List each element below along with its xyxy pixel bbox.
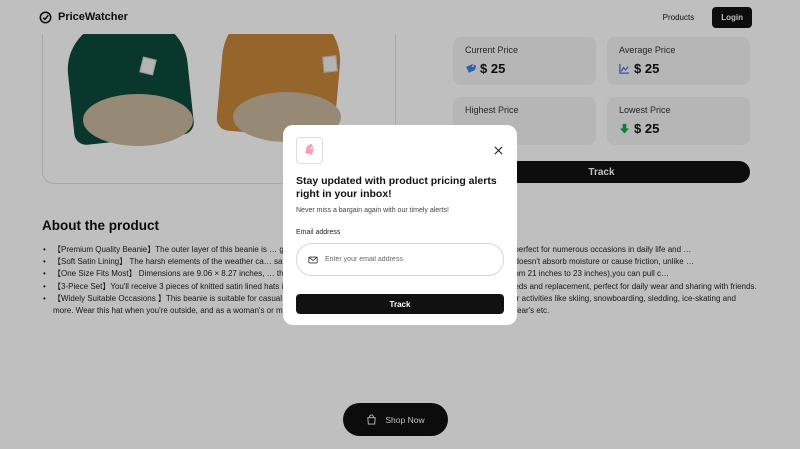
close-icon[interactable]: [493, 145, 504, 156]
modal-subtitle: Never miss a bargain again with our time…: [296, 207, 449, 214]
price-tag-icon: [305, 144, 314, 155]
email-label: Email address: [296, 229, 341, 236]
email-field-wrapper[interactable]: [296, 243, 504, 276]
price-alert-modal: Stay updated with product pricing alerts…: [283, 125, 517, 325]
mail-icon: [308, 256, 318, 263]
email-input[interactable]: [325, 256, 485, 263]
modal-logo: [296, 137, 323, 164]
modal-track-button[interactable]: Track: [296, 294, 504, 314]
modal-title: Stay updated with product pricing alerts…: [296, 175, 497, 200]
